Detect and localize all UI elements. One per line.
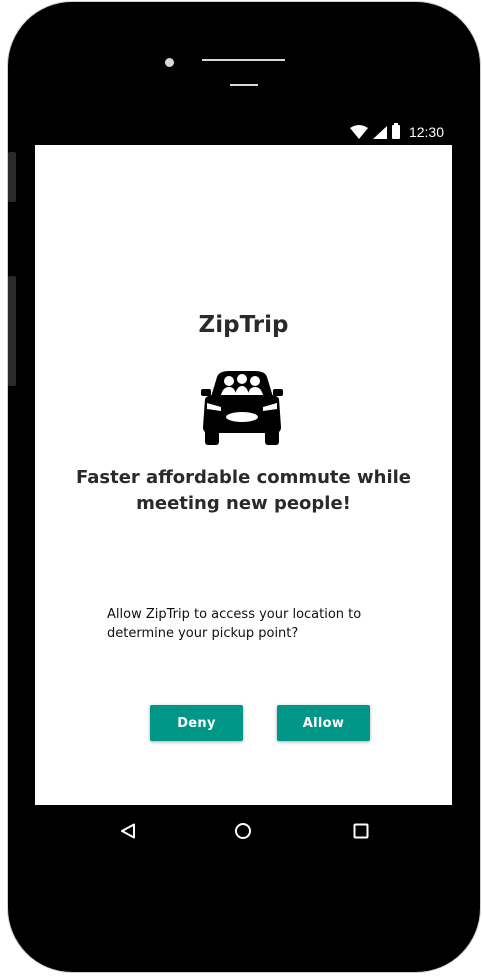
back-triangle-icon <box>121 823 135 839</box>
car-icon <box>201 371 283 445</box>
nav-back-button[interactable] <box>117 820 139 842</box>
tagline: Faster affordable commute while meeting … <box>75 467 412 514</box>
allow-button[interactable]: Allow <box>277 705 370 741</box>
status-icons: 12:30 <box>349 123 444 140</box>
battery-icon <box>391 123 400 139</box>
status-bar: 12:30 <box>35 122 452 144</box>
recent-square-icon <box>353 823 369 839</box>
home-circle-icon <box>235 823 251 839</box>
power-key <box>8 276 16 386</box>
nav-home-button[interactable] <box>232 820 254 842</box>
nav-recent-button[interactable] <box>350 820 372 842</box>
wifi-icon <box>349 125 368 139</box>
app-screen: ZipTrip Faster affordable commute while … <box>35 145 452 805</box>
volume-key <box>8 152 16 202</box>
speaker-grille <box>202 59 285 61</box>
clock: 12:30 <box>408 124 444 140</box>
front-camera <box>165 58 174 67</box>
app-title: ZipTrip <box>198 312 289 338</box>
permission-message: Allow ZipTrip to access your location to… <box>107 607 362 641</box>
signal-icon <box>372 125 387 139</box>
sensor-strip <box>230 84 258 86</box>
navigation-bar <box>35 808 452 854</box>
deny-button[interactable]: Deny <box>150 705 243 741</box>
